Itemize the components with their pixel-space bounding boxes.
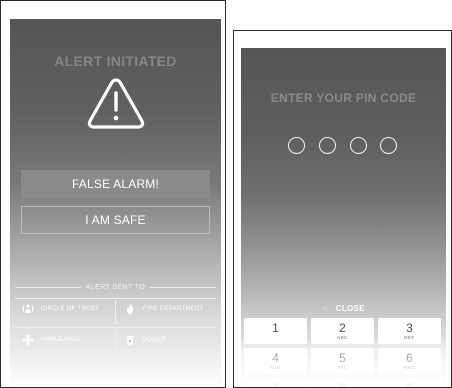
- key-number: 6: [406, 351, 413, 365]
- police-icon: [124, 334, 136, 346]
- key-number: 1: [272, 321, 279, 335]
- false-alarm-button[interactable]: FALSE ALARM!: [21, 170, 210, 198]
- key-number: 3: [406, 321, 413, 335]
- warning-icon: [87, 78, 145, 129]
- divider: [115, 300, 116, 324]
- key-letters: ABC: [337, 335, 348, 340]
- pin-title: ENTER YOUR PIN CODE: [270, 91, 417, 105]
- divider: [15, 298, 216, 299]
- pin-background: ENTER YOUR PIN CODE × CLOSE 1 2 ABC 3 DE…: [241, 48, 446, 388]
- divider: [115, 330, 116, 354]
- keypad-key-9[interactable]: 9: [378, 378, 441, 388]
- key-number: 9: [406, 381, 413, 388]
- key-letters: GHI: [270, 365, 281, 370]
- pin-digit-slot: [350, 137, 367, 154]
- divider: [15, 286, 81, 288]
- key-letters: MNO: [403, 365, 416, 370]
- key-number: 5: [339, 351, 346, 365]
- close-button[interactable]: × CLOSE: [241, 302, 446, 314]
- keypad-key-3[interactable]: 3 DEF: [378, 318, 441, 344]
- fire-icon: [124, 303, 136, 315]
- close-label: CLOSE: [335, 303, 365, 313]
- contact-label: AMBULANCE: [41, 337, 82, 343]
- keypad-key-8[interactable]: 8: [311, 378, 374, 388]
- contact-label: POLICE: [143, 337, 167, 343]
- pin-screen: ENTER YOUR PIN CODE × CLOSE 1 2 ABC 3 DE…: [233, 30, 452, 388]
- contact-circle-of-trust: CIRCLE OF TRUST: [22, 303, 99, 315]
- pin-digit-slot: [380, 137, 397, 154]
- key-letters: JKL: [337, 365, 348, 370]
- plus-icon: [22, 334, 34, 346]
- divider: [150, 286, 217, 288]
- contact-label: CIRCLE OF TRUST: [41, 306, 100, 312]
- key-letters: DEF: [404, 335, 415, 340]
- circle-of-trust-icon: [22, 303, 34, 315]
- key-number: 4: [272, 351, 279, 365]
- pin-digit-slot: [319, 137, 336, 154]
- divider: [15, 327, 216, 328]
- alert-screen: ALERT INITIATED FALSE ALARM! I AM SAFE A…: [0, 0, 226, 388]
- keypad-key-2[interactable]: 2 ABC: [311, 318, 374, 344]
- alert-background: ALERT INITIATED FALSE ALARM! I AM SAFE A…: [10, 19, 221, 387]
- alert-sent-to-header: ALERT SENT TO: [10, 281, 221, 293]
- contact-label: FIRE DEPARTMENT: [143, 306, 204, 312]
- keypad-key-6[interactable]: 6 MNO: [378, 348, 441, 374]
- keypad-key-7[interactable]: 7: [244, 378, 307, 388]
- alert-sent-to-label: ALERT SENT TO: [85, 283, 146, 291]
- keypad-key-1[interactable]: 1: [244, 318, 307, 344]
- contact-ambulance: AMBULANCE: [22, 334, 81, 346]
- key-number: 7: [272, 381, 279, 388]
- contact-fire-department: FIRE DEPARTMENT: [124, 303, 204, 315]
- i-am-safe-button[interactable]: I AM SAFE: [21, 206, 210, 234]
- close-icon: ×: [322, 303, 328, 313]
- alert-title: ALERT INITIATED: [54, 53, 177, 69]
- contact-police: POLICE: [124, 334, 167, 346]
- keypad-key-4[interactable]: 4 GHI: [244, 348, 307, 374]
- pin-digit-slot: [288, 137, 305, 154]
- keypad-key-5[interactable]: 5 JKL: [311, 348, 374, 374]
- key-number: 8: [339, 381, 346, 388]
- key-number: 2: [339, 321, 346, 335]
